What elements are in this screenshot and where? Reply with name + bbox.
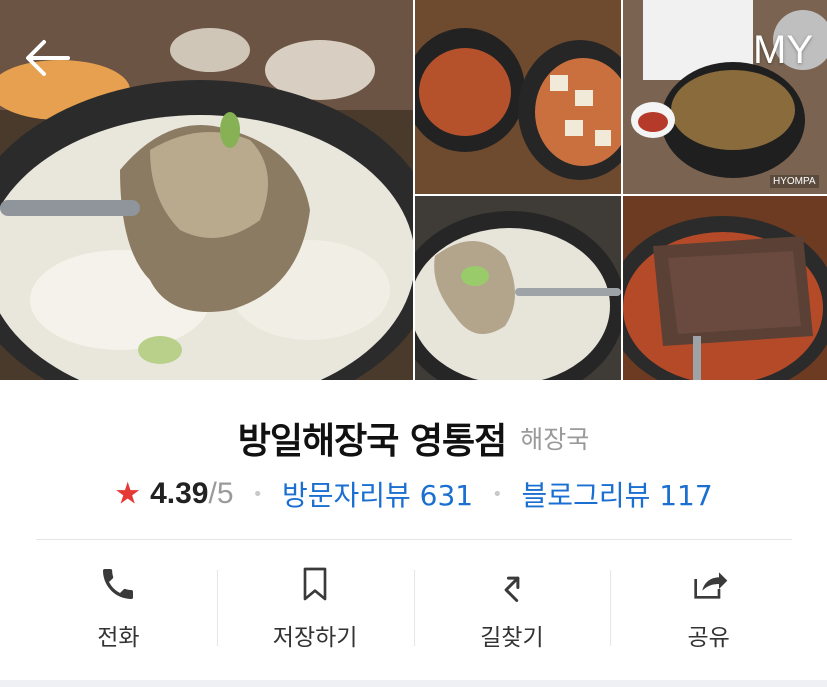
star-icon: ★ (114, 476, 142, 512)
place-category: 해장국 (520, 425, 590, 454)
arrow-left-icon (26, 40, 70, 76)
side-photo-3[interactable] (415, 196, 621, 380)
photo-gallery[interactable]: MY HYOMPA (0, 0, 827, 380)
blog-reviews-link[interactable]: 블로그리뷰 117 (522, 479, 713, 512)
rating-row: ★ 4.39/5 • 방문자리뷰 631 • 블로그리뷰 117 (0, 474, 827, 514)
bottom-separator (0, 680, 827, 687)
directions-button[interactable]: 길찾기 (413, 556, 611, 656)
call-button[interactable]: 전화 (20, 556, 217, 656)
place-info: 방일해장국 영통점 해장국 ★ 4.39/5 • 방문자리뷰 631 • 블로그리… (0, 380, 827, 540)
title-row: 방일해장국 영통점 해장국 (0, 412, 827, 464)
action-bar: 전화 저장하기 길찾기 공유 (20, 556, 807, 656)
my-button[interactable]: MY (753, 28, 813, 73)
share-icon (693, 572, 727, 599)
share-button[interactable]: 공유 (610, 556, 807, 656)
rating-max: /5 (208, 477, 234, 510)
side-photo-1[interactable] (415, 0, 621, 194)
share-label: 공유 (687, 625, 730, 651)
directions-icon (504, 576, 520, 602)
directions-label: 길찾기 (480, 625, 544, 651)
separator-dot: • (492, 483, 503, 505)
phone-icon (103, 569, 134, 599)
rating-value: 4.39 (150, 477, 209, 510)
separator-dot: • (252, 483, 264, 505)
visitor-reviews-link[interactable]: 방문자리뷰 631 (282, 479, 473, 512)
divider (36, 539, 792, 540)
side-photo-4[interactable] (623, 196, 827, 380)
place-name: 방일해장국 영통점 (237, 421, 507, 462)
back-button[interactable] (18, 30, 78, 86)
call-label: 전화 (97, 625, 140, 651)
bookmark-icon (303, 567, 327, 601)
save-button[interactable]: 저장하기 (216, 556, 414, 656)
save-label: 저장하기 (272, 625, 358, 651)
photo-watermark: HYOMPA (770, 175, 819, 188)
